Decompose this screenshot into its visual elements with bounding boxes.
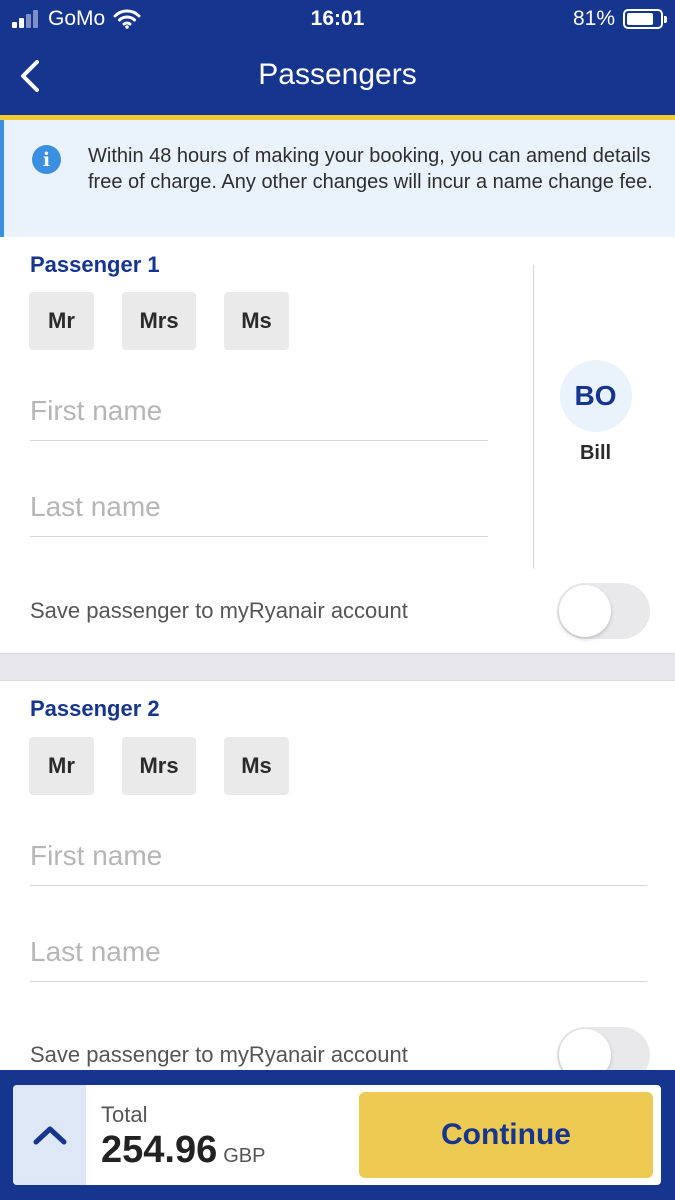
info-banner: i Within 48 hours of making your booking… — [0, 120, 675, 237]
status-right: 81% — [572, 7, 667, 31]
battery-fill — [627, 13, 653, 25]
passenger-1-last-name-input[interactable] — [30, 477, 488, 536]
toggle-knob — [559, 585, 611, 637]
passenger-2-heading: Passenger 2 — [30, 696, 160, 721]
continue-button[interactable]: Continue — [359, 1092, 653, 1178]
vertical-divider — [533, 265, 534, 569]
passenger-1-first-name-field — [30, 381, 488, 441]
nav-bar: Passengers — [0, 38, 675, 115]
passenger-1-save-toggle[interactable] — [557, 583, 650, 639]
passenger-2-first-name-input[interactable] — [30, 826, 647, 885]
saved-passenger-name: Bill — [579, 442, 612, 464]
passenger-1-save-label: Save passenger to myRyanair account — [30, 598, 408, 623]
passenger-1-title-mr[interactable]: Mr — [29, 292, 94, 350]
passenger-1-title-mrs[interactable]: Mrs — [122, 292, 196, 350]
total-currency: GBP — [223, 1145, 266, 1167]
passenger-2-save-label: Save passenger to myRyanair account — [30, 1042, 408, 1067]
battery-percent: 81% — [572, 7, 615, 30]
footer-bar: Total 254.96 GBP Continue — [0, 1070, 675, 1200]
passenger-1-title-ms[interactable]: Ms — [224, 292, 289, 350]
passenger-1-heading: Passenger 1 — [30, 252, 160, 277]
passenger-2-first-name-field — [30, 826, 647, 886]
info-icon: i — [32, 145, 61, 174]
footer-card: Total 254.96 GBP Continue — [13, 1085, 661, 1185]
expand-summary-button[interactable] — [13, 1085, 86, 1185]
passenger-2-title-mrs[interactable]: Mrs — [122, 737, 196, 795]
total-label: Total — [101, 1102, 148, 1127]
chevron-up-icon — [33, 1126, 66, 1145]
battery-icon — [623, 9, 667, 29]
passenger-2-title-ms[interactable]: Ms — [224, 737, 289, 795]
saved-passenger-bill[interactable]: BO Bill — [548, 360, 643, 465]
info-text: Within 48 hours of making your booking, … — [88, 145, 653, 193]
passenger-1-first-name-input[interactable] — [30, 381, 488, 440]
total-amount: 254.96 — [101, 1129, 218, 1171]
passenger-2-title-mr[interactable]: Mr — [29, 737, 94, 795]
passenger-2-last-name-field — [30, 922, 647, 982]
passenger-2-last-name-input[interactable] — [30, 922, 647, 981]
avatar: BO — [559, 360, 632, 432]
total-price: 254.96 GBP — [101, 1129, 265, 1172]
section-separator — [0, 653, 675, 681]
status-bar: GoMo 16:01 81% — [0, 0, 675, 38]
page-title: Passengers — [258, 58, 417, 91]
passenger-1-last-name-field — [30, 477, 488, 537]
